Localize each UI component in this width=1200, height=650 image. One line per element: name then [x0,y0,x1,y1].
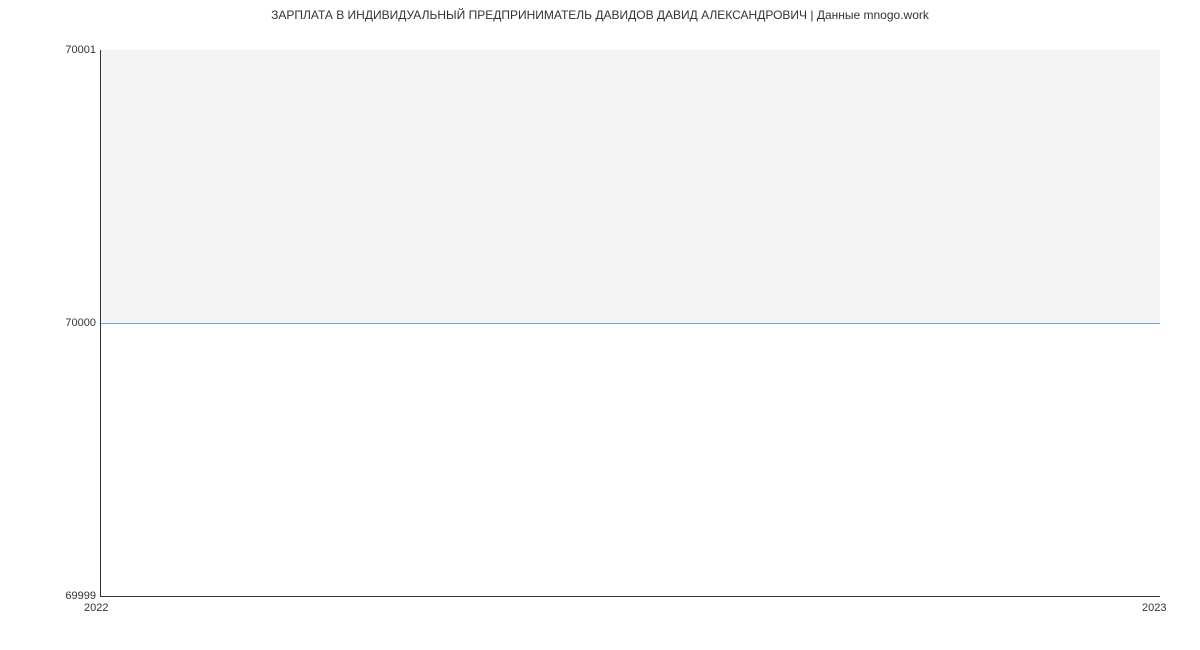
plot-area-lower-mask [100,323,1160,596]
y-tick-label: 69999 [65,590,96,602]
salary-chart: ЗАРПЛАТА В ИНДИВИДУАЛЬНЫЙ ПРЕДПРИНИМАТЕЛ… [0,0,1200,650]
y-tick-label: 70000 [65,317,96,329]
x-tick-label: 2023 [1142,602,1166,614]
chart-title: ЗАРПЛАТА В ИНДИВИДУАЛЬНЫЙ ПРЕДПРИНИМАТЕЛ… [0,8,1200,22]
series-line [100,323,1160,324]
x-axis-line [100,596,1160,597]
x-tick-label: 2022 [84,602,108,614]
y-axis-line [100,50,101,596]
y-tick-label: 70001 [65,44,96,56]
